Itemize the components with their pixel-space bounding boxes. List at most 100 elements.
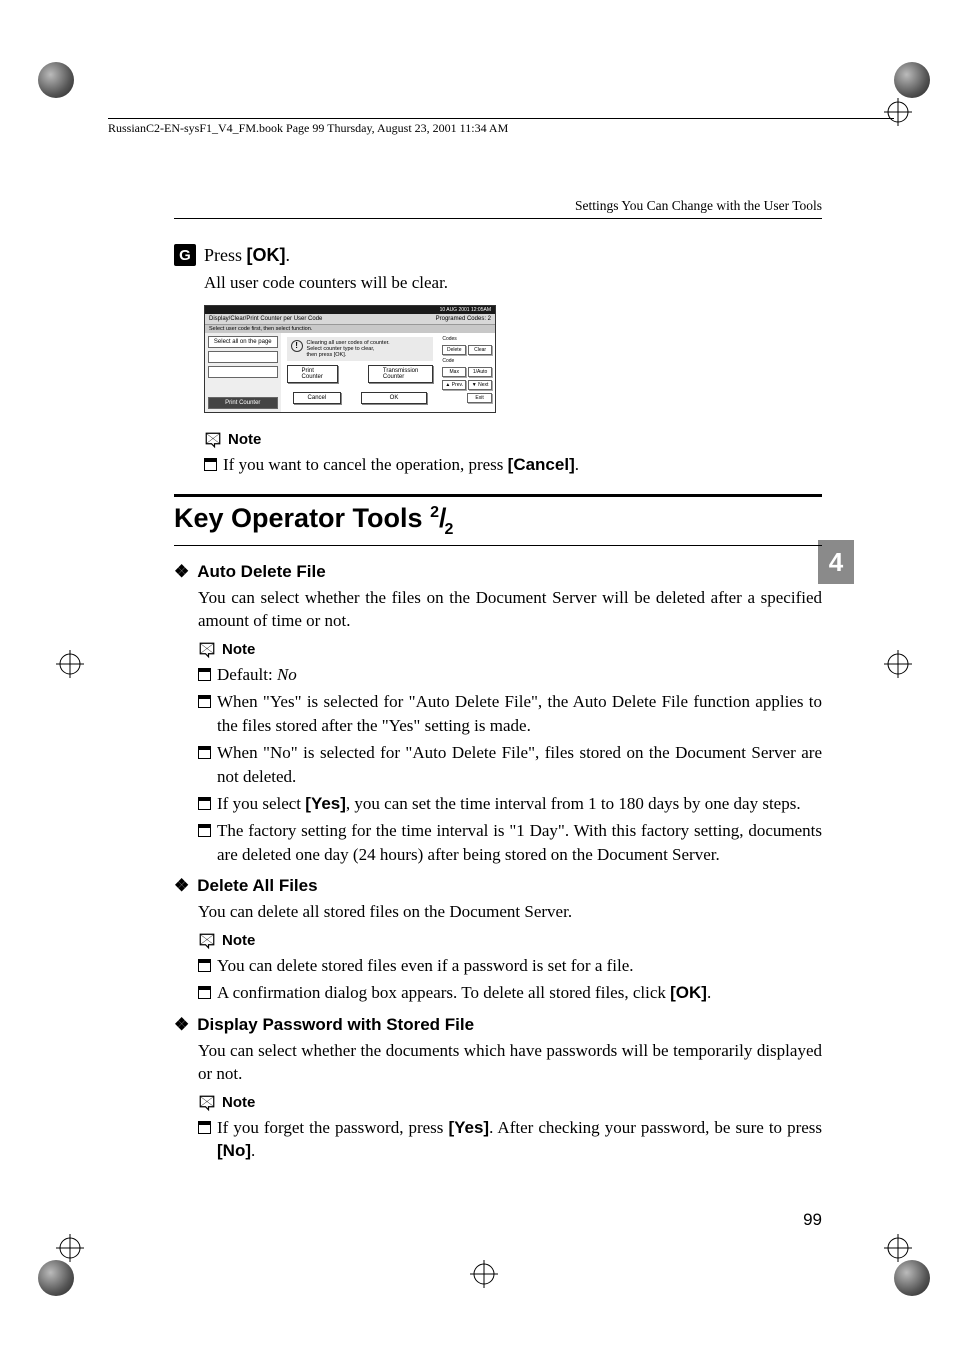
sb-r-max: Max [442,367,466,377]
registration-mark [56,1234,84,1262]
dp-b1-mid: . After checking your password, be sure … [489,1118,822,1137]
bullet-icon [198,1121,211,1134]
note-heading: Note [198,641,822,659]
list-item: When "Yes" is selected for "Auto Delete … [198,690,822,737]
exclamation-icon: ! [291,340,303,352]
sb-code-1: 3 3 3 3 [208,351,278,363]
header-rule [174,218,822,219]
note1-prefix: If you want to cancel the operation, pre… [223,455,508,474]
section-title-sup: 2 [430,504,439,521]
section-title-sub: 2 [444,521,453,538]
bullet-icon [198,668,211,681]
da-b2-post: . [707,983,711,1002]
page-number: 99 [803,1210,822,1230]
running-head: Settings You Can Change with the User To… [575,198,822,214]
sb-center: ! Clearing all user codes of counter. Se… [281,333,440,412]
sb-code-2: 7 7 7 7 [208,366,278,378]
subsection-heading: ❖ Delete All Files [174,876,822,896]
step-number-badge: G [174,244,196,266]
b1-pre: Default: [217,665,277,684]
step-suffix: . [286,245,291,265]
list-item: Default: No [198,663,822,686]
da-b2-pre: A confirmation dialog box appears. To de… [217,983,670,1002]
sb-print-counter-left: Print Counter [208,397,278,409]
subsection-heading: ❖ Display Password with Stored File [174,1015,822,1035]
display-pw-heading: Display Password with Stored File [197,1015,474,1035]
embedded-screenshot: 10 AUG 2001 12:05AM Display/Clear/Print … [204,305,496,413]
note-heading: Note [198,932,822,950]
sb-count: Programed Codes: 2 [436,316,491,322]
b4-post: , you can set the time interval from 1 t… [346,794,801,813]
diamond-icon: ❖ [174,876,189,896]
corner-ornament [894,1260,930,1296]
b2-text: When "Yes" is selected for "Auto Delete … [217,690,822,737]
frame-header: RussianC2-EN-sysF1_V4_FM.book Page 99 Th… [108,118,894,136]
registration-mark [884,650,912,678]
bullet-icon [198,824,211,837]
dp-b1-bold: [Yes] [448,1118,489,1137]
step-key: [OK] [247,245,286,265]
sb-print-counter-btn: Print Counter [287,365,338,383]
chapter-tab: 4 [818,540,854,584]
auto-delete-para: You can select whether the files on the … [198,586,822,633]
da-b2-bold: [OK] [670,983,707,1002]
step-prefix: Press [204,245,247,265]
note-bullet: If you want to cancel the operation, pre… [204,453,822,476]
section-rule-bottom [174,545,822,546]
sb-ok-btn: OK [361,392,428,404]
corner-ornament [894,62,930,98]
sb-datetime: 10 AUG 2001 12:05AM [440,307,491,313]
sb-r-prev: ▲ Prev. [442,380,466,390]
section-rule-top [174,494,822,497]
corner-ornament [38,62,74,98]
display-pw-para: You can select whether the documents whi… [198,1039,822,1086]
section-title-text: Key Operator Tools [174,503,430,533]
b1-italic: No [277,665,297,684]
list-item: If you forget the password, press [Yes].… [198,1116,822,1163]
sb-r-clear: Clear [468,345,492,355]
sb-r-label1: Codes [442,336,492,342]
step-result: All user code counters will be clear. [204,272,822,295]
sb-r-delete: Delete [442,345,466,355]
note-icon [198,641,216,659]
bullet-icon [198,695,211,708]
sb-msg3: then press [OK]. [307,352,390,358]
note-heading: Note [198,1094,822,1112]
b4-pre: If you select [217,794,305,813]
b4-bold: [Yes] [305,794,346,813]
auto-delete-heading: Auto Delete File [197,562,325,582]
dp-b1-post: . [251,1141,255,1160]
b5-text: The factory setting for the time interva… [217,819,822,866]
note-icon [198,932,216,950]
corner-ornament [38,1260,74,1296]
sb-subtitle: Select user code first, then select func… [205,325,495,333]
note-label: Note [228,431,261,448]
page-content: G Press [OK]. All user code counters wil… [174,244,822,1166]
subsection-heading: ❖ Auto Delete File [174,562,822,582]
note1-suffix: . [575,455,579,474]
note-icon [204,431,222,449]
da-b1: You can delete stored files even if a pa… [217,954,634,977]
sb-cancel-btn: Cancel [293,392,342,404]
registration-mark [884,1234,912,1262]
list-item: You can delete stored files even if a pa… [198,954,822,977]
bullet-icon [198,797,211,810]
list-item: A confirmation dialog box appears. To de… [198,981,822,1004]
b3-text: When "No" is selected for "Auto Delete F… [217,741,822,788]
bullet-icon [198,959,211,972]
bullet-icon [198,746,211,759]
sb-select-all: Select all on the page [208,336,278,348]
section-title: Key Operator Tools 2/2 [174,503,455,538]
dp-b1-bold2: [No] [217,1141,251,1160]
bullet-icon [198,986,211,999]
list-item: When "No" is selected for "Auto Delete F… [198,741,822,788]
note-heading: Note [204,431,822,449]
list-item: If you select [Yes], you can set the tim… [198,792,822,815]
delete-all-para: You can delete all stored files on the D… [198,900,822,923]
sb-title: Display/Clear/Print Counter per User Cod… [209,316,322,322]
sb-r-label2: Code [442,358,492,364]
sb-transmission-btn: Transmission Counter [368,365,433,383]
note-icon [198,1094,216,1112]
note-label: Note [222,641,255,658]
diamond-icon: ❖ [174,1015,189,1035]
